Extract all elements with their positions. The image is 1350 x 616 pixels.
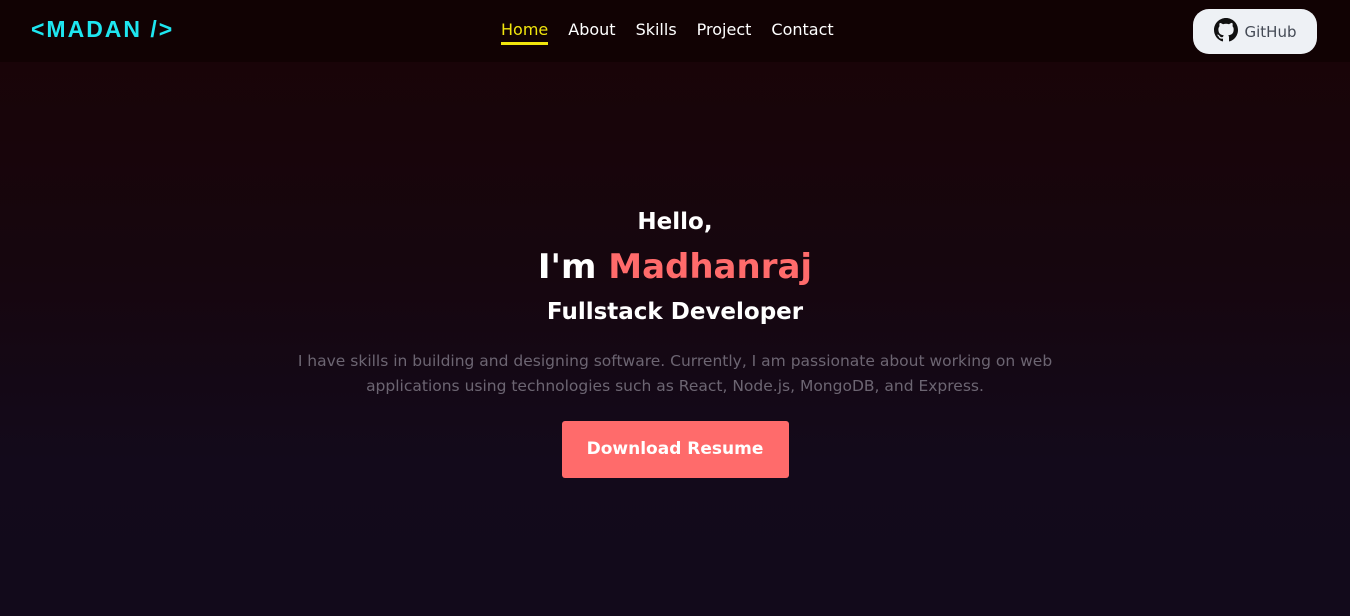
intro-heading: I'm Madhanraj [0, 245, 1350, 289]
logo[interactable]: <MADAN /> [31, 16, 174, 43]
nav-contact-link[interactable]: Contact [771, 20, 833, 45]
github-icon [1213, 17, 1238, 46]
hero-description: I have skills in building and designing … [297, 352, 1053, 395]
greeting: Hello, [637, 209, 713, 235]
nav-skills-link[interactable]: Skills [636, 20, 677, 45]
github-button[interactable]: GitHub [1193, 9, 1317, 54]
intro-prefix: I'm [537, 247, 609, 287]
hero-section: Hello, I'm Madhanraj Fullstack Developer… [0, 205, 1350, 478]
nav-links: Home About Skills Project Contact [501, 20, 834, 45]
nav-home-link[interactable]: Home [501, 20, 549, 45]
navbar: <MADAN /> Home About Skills Project Cont… [0, 0, 1350, 62]
nav-project-link[interactable]: Project [697, 20, 752, 45]
download-resume-button[interactable]: Download Resume [561, 421, 789, 478]
developer-name: Madhanraj [608, 247, 813, 287]
role-title: Fullstack Developer [546, 299, 804, 325]
nav-about-link[interactable]: About [568, 20, 615, 45]
github-label: GitHub [1244, 22, 1297, 41]
